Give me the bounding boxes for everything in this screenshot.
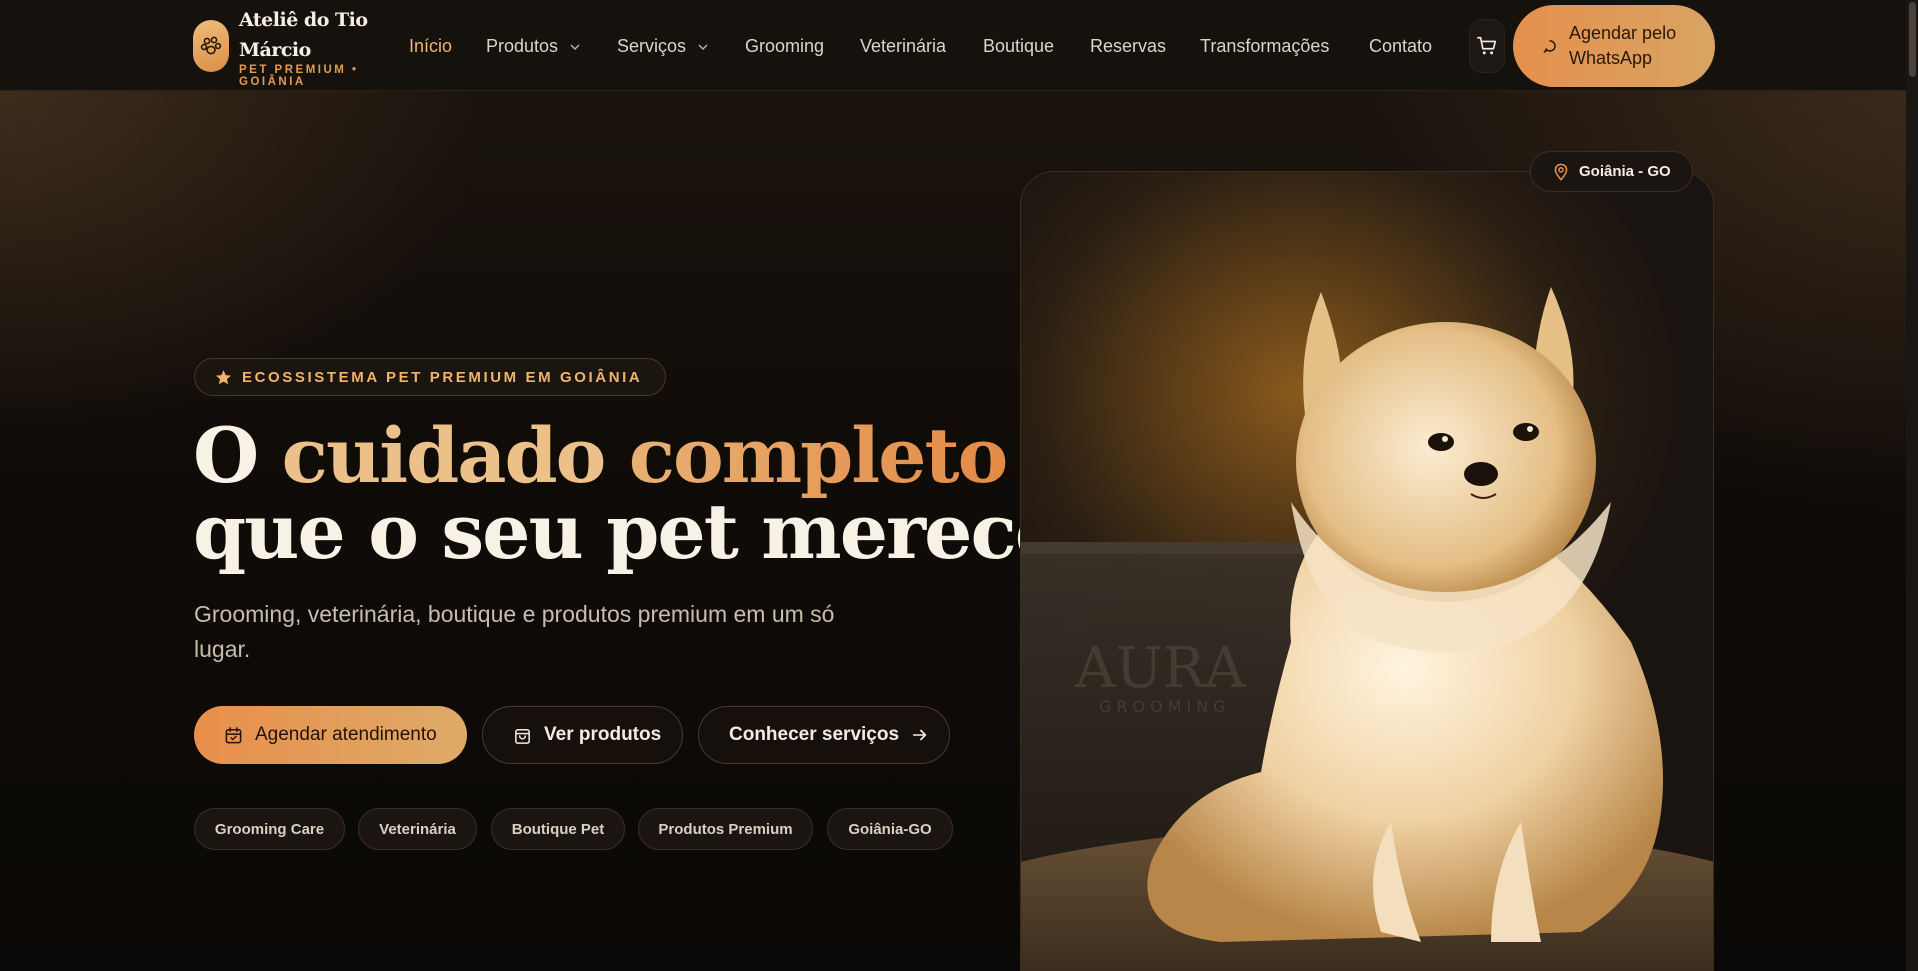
nav-grooming[interactable]: Grooming bbox=[745, 35, 824, 57]
nav-veterinaria[interactable]: Veterinária bbox=[860, 35, 946, 57]
tag-chip[interactable]: Veterinária bbox=[358, 808, 477, 850]
calendar-icon bbox=[225, 726, 242, 743]
nav-produtos[interactable]: Produtos bbox=[486, 35, 581, 57]
nav-servicos-label: Serviços bbox=[617, 36, 687, 56]
chevron-down-icon bbox=[698, 44, 708, 51]
paw-logo-icon[interactable] bbox=[193, 20, 229, 72]
location-label: Goiânia - GO bbox=[1579, 163, 1671, 180]
brand-name[interactable]: Ateliê do Tio Márcio bbox=[239, 5, 369, 65]
location-badge: Goiânia - GO bbox=[1530, 151, 1693, 192]
hero-badge-label: ECOSSISTEMA PET PREMIUM EM GOIÂNIA bbox=[242, 368, 643, 386]
top-navbar: Ateliê do Tio Márcio PET PREMIUM • GOIÂN… bbox=[0, 0, 1918, 91]
tag-chip[interactable]: Grooming Care bbox=[194, 808, 345, 850]
cart-icon bbox=[1477, 36, 1497, 55]
page-scrollbar[interactable] bbox=[1906, 0, 1918, 971]
nav-inicio[interactable]: Início bbox=[409, 35, 452, 57]
nav-transformacoes[interactable]: Transformações bbox=[1200, 35, 1329, 57]
nav-boutique[interactable]: Boutique bbox=[983, 35, 1054, 57]
book-appointment-label: Agendar atendimento bbox=[255, 724, 437, 745]
nav-contato[interactable]: Contato bbox=[1369, 35, 1432, 57]
nav-servicos[interactable]: Serviços bbox=[617, 35, 709, 57]
explore-services-button[interactable]: Conhecer serviços bbox=[698, 706, 950, 764]
whatsapp-booking-button[interactable]: Agendar pelo WhatsApp bbox=[1513, 5, 1715, 87]
view-products-button[interactable]: Ver produtos bbox=[482, 706, 683, 764]
hero-badge: ECOSSISTEMA PET PREMIUM EM GOIÂNIA bbox=[194, 358, 666, 396]
hero-subtitle: Grooming, veterinária, boutique e produt… bbox=[194, 601, 835, 662]
whatsapp-button-label: Agendar pelo WhatsApp bbox=[1569, 23, 1677, 68]
cart-button[interactable] bbox=[1469, 19, 1505, 73]
photo-watermark-brand: AURA bbox=[1074, 636, 1246, 701]
hero-headline: O cuidado completo que o seu pet merece bbox=[193, 418, 1063, 576]
tag-chip[interactable]: Produtos Premium bbox=[638, 808, 813, 850]
chevron-down-icon bbox=[570, 44, 580, 51]
tag-chip[interactable]: Goiânia-GO bbox=[827, 808, 953, 850]
hero-pet-photo: AURA GROOMING bbox=[1020, 171, 1714, 971]
explore-services-label: Conhecer serviços bbox=[729, 724, 900, 745]
nav-reservas[interactable]: Reservas bbox=[1090, 35, 1166, 57]
shopping-bag-icon bbox=[515, 728, 530, 744]
view-products-label: Ver produtos bbox=[544, 724, 662, 745]
map-pin-icon bbox=[1554, 163, 1568, 181]
pomeranian-illustration: AURA GROOMING bbox=[1021, 287, 1713, 970]
arrow-right-icon bbox=[912, 729, 927, 741]
photo-watermark-sub: GROOMING bbox=[1099, 697, 1231, 716]
star-icon bbox=[216, 369, 231, 384]
chat-icon bbox=[1543, 40, 1556, 53]
nav-produtos-label: Produtos bbox=[486, 36, 559, 56]
tag-chip[interactable]: Boutique Pet bbox=[491, 808, 625, 850]
scrollbar-thumb[interactable] bbox=[1909, 2, 1916, 77]
book-appointment-button[interactable]: Agendar atendimento bbox=[194, 706, 467, 764]
brand-tagline: PET PREMIUM • GOIÂNIA bbox=[239, 64, 359, 88]
headline-line-2: que o seu pet merece bbox=[193, 487, 1063, 576]
